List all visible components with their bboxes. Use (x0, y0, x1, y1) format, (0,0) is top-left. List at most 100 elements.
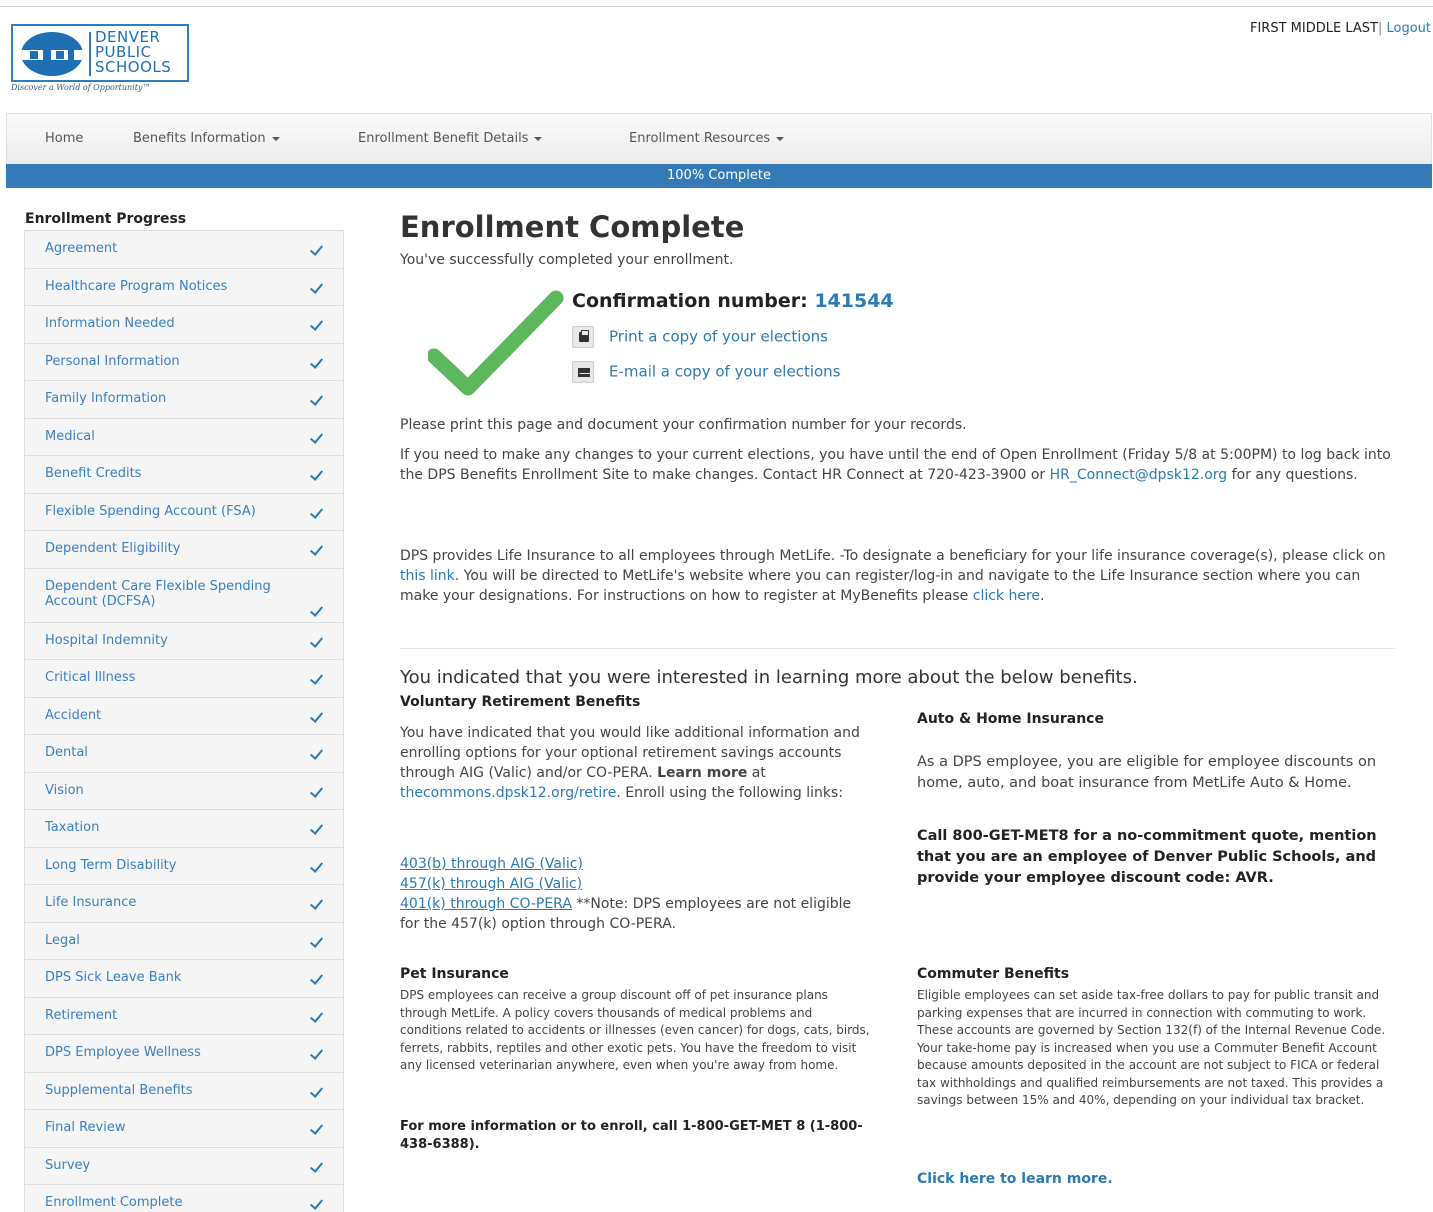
enrollment-progress-sidebar: Agreement Healthcare Program Notices Inf… (24, 230, 344, 1212)
sidebar-item-enrollment-complete[interactable]: Enrollment Complete (24, 1185, 344, 1212)
check-icon (312, 432, 325, 441)
sidebar-item-label: DPS Employee Wellness (45, 1045, 201, 1060)
sidebar-item-legal[interactable]: Legal (24, 922, 344, 960)
print-elections-action[interactable]: Print a copy of your elections (572, 326, 828, 348)
sidebar-item-label: Final Review (45, 1120, 126, 1135)
sidebar-item-employee-wellness[interactable]: DPS Employee Wellness (24, 1035, 344, 1073)
sidebar-item-label: Medical (45, 428, 95, 444)
sidebar-item-accident[interactable]: Accident (24, 697, 344, 735)
commuter-learn-more-link[interactable]: Click here to learn more. (917, 1171, 1113, 1187)
sidebar-item-label: Long Term Disability (45, 857, 177, 873)
chevron-down-icon (271, 136, 280, 141)
sidebar-item-label: Enrollment Complete (45, 1195, 183, 1210)
check-icon (312, 394, 325, 403)
link-401k-copera[interactable]: 401(k) through CO-PERA (400, 896, 572, 912)
sidebar-item-life-insurance[interactable]: Life Insurance (24, 885, 344, 923)
nav-enrollment-resources[interactable]: Enrollment Resources (629, 131, 785, 146)
sidebar-item-label: Dental (45, 745, 88, 760)
dps-logo[interactable]: DENVER PUBLIC SCHOOLS Discover a World o… (11, 24, 189, 92)
chevron-down-icon (776, 136, 785, 141)
sidebar-item-fsa[interactable]: Flexible Spending Account (FSA) (24, 493, 344, 531)
interest-heading: You indicated that you were interested i… (400, 667, 1138, 688)
sidebar-item-label: DPS Sick Leave Bank (45, 970, 182, 985)
print-elections-link[interactable]: Print a copy of your elections (609, 328, 828, 346)
check-icon (312, 823, 325, 832)
logout-link[interactable]: Logout (1386, 21, 1431, 36)
mybenefits-instructions-link[interactable]: click here (973, 588, 1040, 604)
page-title: Enrollment Complete (400, 210, 745, 244)
sidebar-item-critical-illness[interactable]: Critical Illness (24, 660, 344, 698)
nav-enrollment-resources-label: Enrollment Resources (629, 131, 771, 146)
sidebar-item-vision[interactable]: Vision (24, 772, 344, 810)
auto-home-text: As a DPS employee, you are eligible for … (917, 754, 1377, 791)
nav-enrollment-benefit-details[interactable]: Enrollment Benefit Details (358, 131, 543, 146)
sidebar-item-long-term-disability[interactable]: Long Term Disability (24, 847, 344, 885)
retirement-text: You have indicated that you would like a… (400, 723, 862, 803)
sidebar-item-benefit-credits[interactable]: Benefit Credits (24, 456, 344, 494)
printer-icon (572, 326, 594, 348)
nav-benefits-information[interactable]: Benefits Information (133, 131, 280, 146)
sidebar-item-label: Legal (45, 932, 80, 948)
commuter-heading: Commuter Benefits (917, 966, 1070, 982)
sidebar-item-supplemental-benefits[interactable]: Supplemental Benefits (24, 1072, 344, 1110)
pet-insurance-heading: Pet Insurance (400, 966, 509, 982)
check-icon (312, 636, 325, 645)
sidebar-item-label: Accident (45, 707, 102, 723)
check-icon (312, 1048, 325, 1057)
check-icon (312, 973, 325, 982)
check-icon (312, 673, 325, 682)
top-divider (0, 6, 1433, 7)
sidebar-item-personal-information[interactable]: Personal Information (24, 343, 344, 381)
logo-line-3: SCHOOLS (95, 58, 172, 76)
check-icon (312, 507, 325, 516)
nav-home[interactable]: Home (45, 131, 83, 146)
check-icon (312, 1161, 325, 1170)
confirmation-heading: Confirmation number: 141544 (572, 290, 894, 312)
logo-divider (89, 32, 91, 76)
sidebar-item-label: Family Information (45, 391, 167, 406)
sidebar-item-hospital-indemnity[interactable]: Hospital Indemnity (24, 622, 344, 660)
sidebar-item-healthcare-notices[interactable]: Healthcare Program Notices (24, 268, 344, 306)
sidebar-item-information-needed[interactable]: Information Needed (24, 306, 344, 344)
sidebar-item-label: Dependent Eligibility (45, 541, 181, 556)
sidebar-item-medical[interactable]: Medical (24, 418, 344, 456)
sidebar-item-sick-leave-bank[interactable]: DPS Sick Leave Bank (24, 960, 344, 998)
section-divider (400, 648, 1395, 649)
sidebar-item-label: Retirement (45, 1007, 118, 1023)
school-seal-icon (21, 32, 83, 76)
logo-tagline: Discover a World of Opportunity™ (11, 83, 151, 92)
check-icon (312, 282, 325, 291)
sidebar-item-retirement[interactable]: Retirement (24, 997, 344, 1035)
retire-url-link[interactable]: thecommons.dpsk12.org/retire (400, 785, 616, 801)
hr-connect-email-link[interactable]: HR_Connect@dpsk12.org (1050, 467, 1228, 483)
commuter-text: Eligible employees can set aside tax-fre… (917, 988, 1386, 1107)
link-457k-aig[interactable]: 457(k) through AIG (Valic) (400, 874, 862, 894)
sidebar-item-label: Personal Information (45, 353, 180, 369)
sidebar-item-label: Agreement (45, 241, 118, 256)
user-area: FIRST MIDDLE LAST| Logout (1250, 21, 1431, 36)
sidebar-item-survey[interactable]: Survey (24, 1147, 344, 1185)
logo-frame: DENVER PUBLIC SCHOOLS (11, 24, 189, 82)
sidebar-item-dental[interactable]: Dental (24, 735, 344, 773)
email-elections-link[interactable]: E-mail a copy of your elections (609, 363, 841, 381)
retirement-text-3: . Enroll using the following links: (616, 785, 844, 801)
sidebar-item-label: Information Needed (45, 316, 175, 331)
check-icon (312, 244, 325, 253)
check-icon (312, 319, 325, 328)
metlife-beneficiary-link[interactable]: this link (400, 568, 455, 584)
sidebar-item-family-information[interactable]: Family Information (24, 381, 344, 419)
link-403b-aig[interactable]: 403(b) through AIG (Valic) (400, 854, 862, 874)
check-icon (312, 1011, 325, 1020)
sidebar-item-agreement[interactable]: Agreement (24, 231, 344, 269)
sidebar-item-taxation[interactable]: Taxation (24, 810, 344, 848)
sidebar-item-dependent-eligibility[interactable]: Dependent Eligibility (24, 531, 344, 569)
email-elections-action[interactable]: E-mail a copy of your elections (572, 361, 841, 383)
sidebar-item-final-review[interactable]: Final Review (24, 1110, 344, 1148)
check-icon (312, 861, 325, 870)
check-icon (312, 898, 325, 907)
user-name: FIRST MIDDLE LAST (1249, 21, 1378, 36)
retirement-links: 403(b) through AIG (Valic) 457(k) throug… (400, 854, 862, 934)
sidebar-item-dcfsa[interactable]: Dependent Care Flexible Spending Account… (24, 568, 344, 623)
sidebar-item-label: Taxation (45, 820, 100, 835)
sidebar-item-label: Flexible Spending Account (FSA) (45, 503, 256, 519)
